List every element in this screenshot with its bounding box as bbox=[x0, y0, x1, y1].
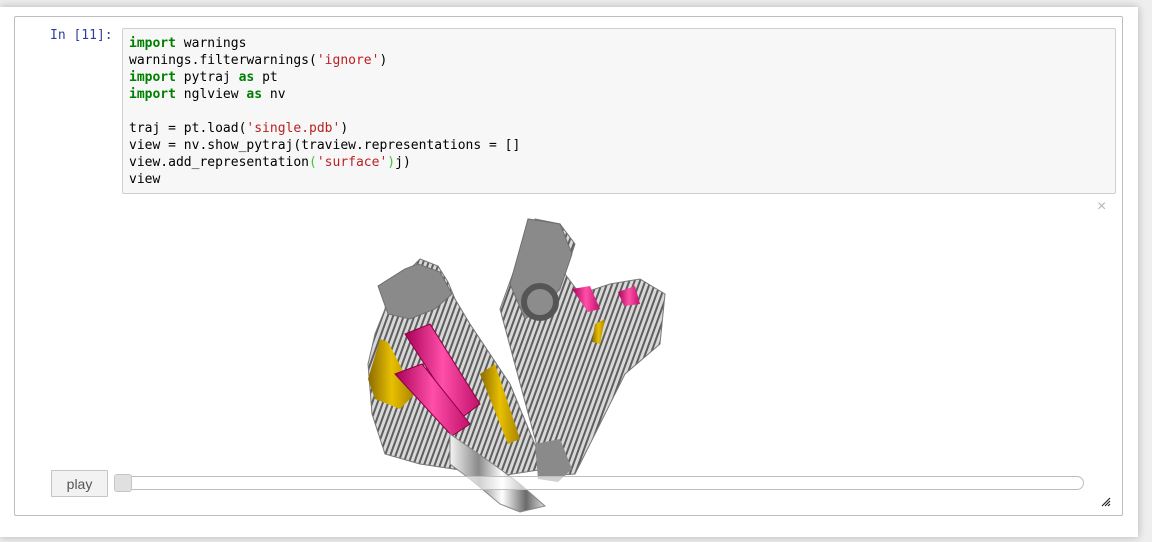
code-token: ) bbox=[379, 53, 388, 68]
play-button[interactable]: play bbox=[51, 470, 108, 497]
code-token: view bbox=[129, 172, 161, 187]
code-line: traj = pt.load('single.pdb') bbox=[129, 121, 348, 136]
code-token: pytraj bbox=[175, 70, 239, 85]
code-token: ) bbox=[340, 121, 349, 136]
code-token: ( bbox=[309, 155, 317, 170]
code-keyword: import bbox=[129, 36, 176, 51]
code-line: import pytraj as pt bbox=[129, 70, 278, 85]
code-token: view = nv.show_pytraj(traview.representa… bbox=[129, 138, 521, 153]
code-keyword: as bbox=[238, 70, 255, 85]
code-input-area[interactable]: import warnings warnings.filterwarnings(… bbox=[122, 28, 1116, 194]
code-token: ) bbox=[387, 155, 396, 170]
code-token: traj = pt.load( bbox=[129, 121, 247, 136]
code-string: 'surface' bbox=[316, 155, 388, 170]
code-line: import warnings bbox=[129, 36, 246, 51]
input-prompt: In [11]: bbox=[50, 28, 113, 43]
code-keyword: as bbox=[246, 87, 263, 102]
code-line: import nglview as nv bbox=[129, 87, 286, 102]
code-token: nv bbox=[262, 87, 286, 102]
molecule-viewer[interactable] bbox=[360, 214, 680, 514]
frame-slider-handle[interactable] bbox=[114, 474, 132, 492]
code-line: warnings.filterwarnings('ignore') bbox=[129, 53, 387, 68]
close-icon[interactable]: × bbox=[1097, 198, 1106, 216]
code-editor[interactable]: import warnings warnings.filterwarnings(… bbox=[129, 35, 520, 188]
code-token: warnings.filterwarnings( bbox=[129, 53, 317, 68]
code-token: warnings bbox=[175, 36, 247, 51]
code-token: nglview bbox=[175, 87, 247, 102]
code-keyword: import bbox=[129, 70, 176, 85]
code-token: j) bbox=[395, 155, 411, 170]
resize-handle-icon[interactable] bbox=[1100, 496, 1112, 508]
code-string: 'single.pdb' bbox=[246, 121, 341, 136]
code-keyword: import bbox=[129, 87, 176, 102]
code-line: view bbox=[129, 172, 160, 187]
code-line: view = nv.show_pytraj(traview.representa… bbox=[129, 138, 520, 153]
code-string: 'ignore' bbox=[316, 53, 380, 68]
frame-slider-track[interactable] bbox=[114, 476, 1084, 490]
code-line: view.add_representation('surface')j) bbox=[129, 155, 411, 170]
code-token: view.add_representation bbox=[129, 155, 310, 170]
molecular-surface-render bbox=[367, 218, 666, 513]
code-token: pt bbox=[254, 70, 278, 85]
surface-ring bbox=[521, 283, 559, 321]
